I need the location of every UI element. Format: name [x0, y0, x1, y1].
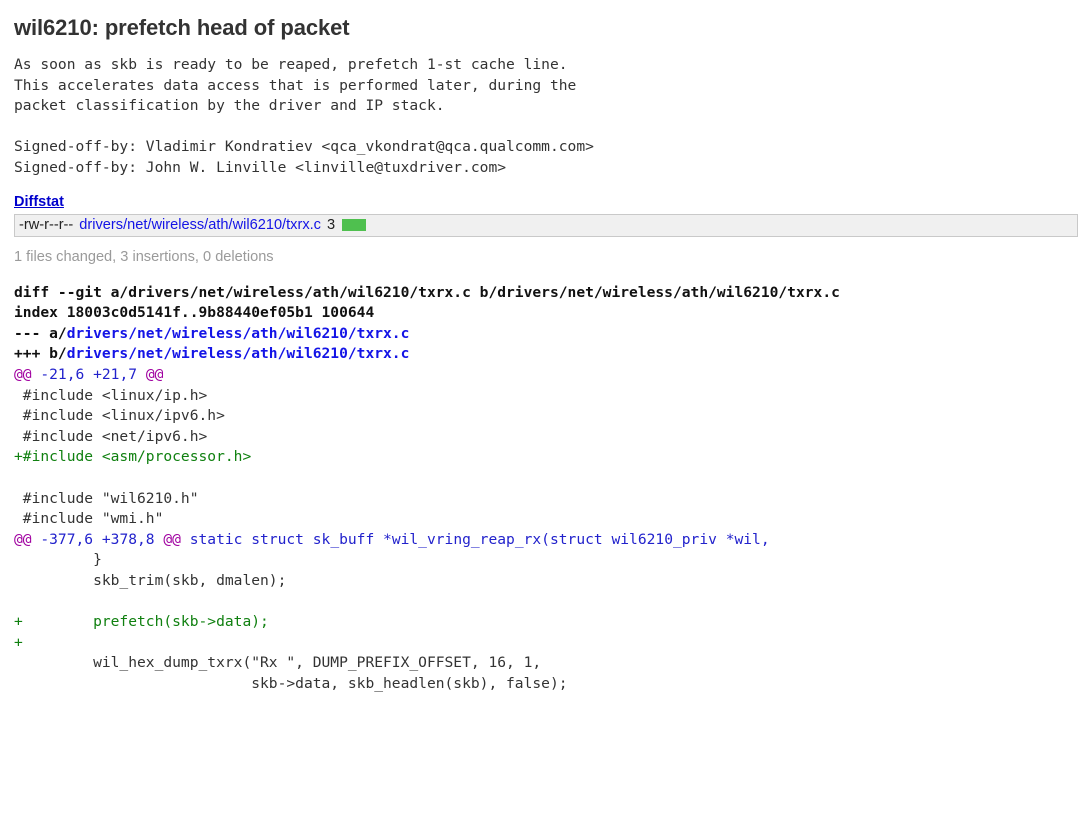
diff-line-context: #include <linux/ip.h> [14, 386, 208, 404]
diff-file-header-line: --- a/drivers/net/wireless/ath/wil6210/t… [14, 324, 410, 342]
diff-line-context: #include "wil6210.h" [14, 489, 199, 507]
diff-line-added: +#include <asm/processor.h> [14, 448, 252, 466]
diff-line-context: #include "wmi.h" [14, 510, 164, 528]
diff-line-added: + prefetch(skb->data); [14, 613, 269, 631]
diff-file-path: drivers/net/wireless/ath/wil6210/txrx.c [66, 324, 410, 342]
diff-line-context: } [14, 551, 102, 569]
hunk-marker-open: @@ [14, 530, 32, 548]
diff-line-context: skb_trim(skb, dmalen); [14, 571, 287, 589]
hunk-marker-open: @@ [14, 365, 32, 383]
diff-line-context: #include <linux/ipv6.h> [14, 407, 225, 425]
diff-file-path: drivers/net/wireless/ath/wil6210/txrx.c [66, 345, 410, 363]
diffstat-file-mode: -rw-r--r-- [19, 216, 74, 233]
diffstat-file-path-link[interactable]: drivers/net/wireless/ath/wil6210/txrx.c [79, 217, 321, 233]
diffstat-summary: 1 files changed, 3 insertions, 0 deletio… [14, 248, 274, 265]
diff-line-context [14, 468, 1080, 489]
diffstat-graph [342, 218, 367, 231]
diff-header-line: diff --git a/drivers/net/wireless/ath/wi… [14, 283, 840, 301]
diff-body: diff --git a/drivers/net/wireless/ath/wi… [14, 283, 1080, 695]
hunk-marker-close: @@ [163, 530, 181, 548]
diff-header-line: index 18003c0d5141f..9b88440ef05b1 10064… [14, 304, 375, 322]
hunk-marker-close: @@ [145, 365, 164, 383]
diff-hunk-header: @@ -21,6 +21,7 @@ [14, 365, 164, 383]
diff-line-context: #include <net/ipv6.h> [14, 427, 208, 445]
commit-message: As soon as skb is ready to be reaped, pr… [14, 56, 594, 176]
page-title: wil6210: prefetch head of packet [14, 15, 350, 40]
diffstat-add-bar [342, 218, 367, 231]
diffstat-table: -rw-r--r-- drivers/net/wireless/ath/wil62… [14, 213, 1078, 237]
diffstat-change-count: 3 [326, 216, 336, 233]
commit-page: wil6210: prefetch head of packet As soon… [0, 0, 1080, 694]
diffstat-heading-link[interactable]: Diffstat [14, 194, 64, 210]
diff-line-context [14, 591, 1080, 612]
diff-hunk-header: @@ -377,6 +378,8 @@ static struct sk_buf… [14, 530, 770, 548]
diff-line-context: skb->data, skb_headlen(skb), false); [14, 674, 568, 692]
diff-line-context: wil_hex_dump_txrx("Rx ", DUMP_PREFIX_OFF… [14, 654, 542, 672]
diff-line-added: + [14, 633, 23, 651]
diff-file-header-line: +++ b/drivers/net/wireless/ath/wil6210/t… [14, 345, 410, 363]
